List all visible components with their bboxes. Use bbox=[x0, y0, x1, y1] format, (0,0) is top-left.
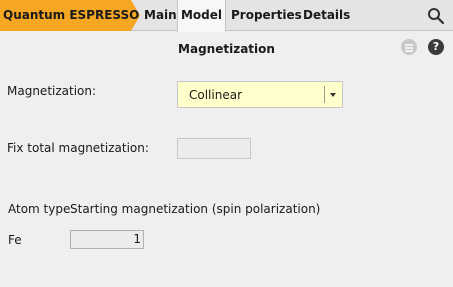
menu-icon[interactable] bbox=[401, 39, 417, 55]
tab-details[interactable]: Details bbox=[303, 0, 350, 31]
help-icon[interactable]: ? bbox=[428, 39, 444, 55]
fix-total-field[interactable] bbox=[177, 138, 251, 159]
magnetization-select[interactable]: Collinear bbox=[177, 81, 343, 108]
tab-main[interactable]: Main bbox=[144, 0, 177, 31]
starting-magnetization-fe-input[interactable]: 1 bbox=[70, 230, 144, 249]
starting-magnetization-header: Starting magnetization (spin polarizatio… bbox=[70, 202, 321, 216]
atom-type-fe: Fe bbox=[8, 233, 22, 247]
magnetization-value: Collinear bbox=[189, 88, 242, 102]
app-window: Quantum ESPRESSO Main Model Properties D… bbox=[0, 0, 453, 287]
select-divider bbox=[324, 86, 325, 103]
tab-properties[interactable]: Properties bbox=[231, 0, 302, 31]
search-icon[interactable] bbox=[427, 7, 445, 25]
fix-total-label: Fix total magnetization: bbox=[7, 141, 149, 155]
brand-label: Quantum ESPRESSO bbox=[3, 8, 140, 22]
atom-type-header: Atom type bbox=[8, 202, 71, 216]
panel-title: Magnetization bbox=[178, 42, 275, 56]
tab-bar: Quantum ESPRESSO Main Model Properties D… bbox=[0, 0, 453, 32]
chevron-down-icon[interactable] bbox=[330, 93, 336, 97]
brand-tab[interactable]: Quantum ESPRESSO bbox=[0, 0, 140, 31]
magnetization-label: Magnetization: bbox=[7, 84, 97, 98]
tab-model[interactable]: Model bbox=[177, 0, 226, 32]
